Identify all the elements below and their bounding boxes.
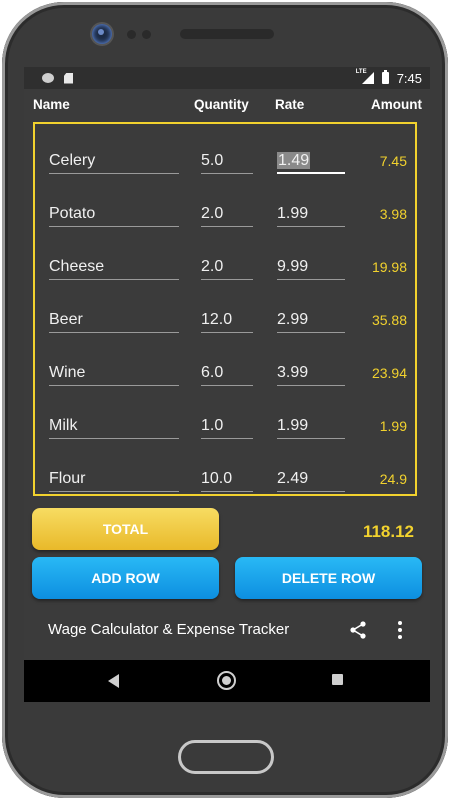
hardware-home-button[interactable] — [178, 740, 274, 774]
quantity-field[interactable]: 5.0 — [201, 151, 253, 174]
item-name-field[interactable]: Potato — [49, 204, 179, 227]
amount-value: 1.99 — [379, 418, 407, 434]
column-header-quantity: Quantity — [194, 97, 249, 112]
table-row: Celery 5.0 1.49 7.45 — [35, 133, 419, 186]
table-row: Wine 6.0 3.99 23.94 — [35, 345, 419, 398]
amount-value: 35.88 — [371, 312, 407, 328]
amount-value: 3.98 — [379, 206, 407, 222]
rate-field[interactable]: 3.99 — [277, 363, 345, 386]
sensor-dot — [127, 30, 136, 39]
rate-field[interactable]: 2.49 — [277, 469, 345, 492]
app-title: Wage Calculator & Expense Tracker — [48, 621, 290, 638]
table-row: Milk 1.0 1.99 1.99 — [35, 398, 419, 451]
item-name-field[interactable]: Wine — [49, 363, 179, 386]
status-time: 7:45 — [396, 70, 422, 86]
home-icon[interactable] — [217, 671, 236, 690]
sd-card-icon — [64, 72, 73, 84]
table-row: Flour 10.0 2.49 24.9 — [35, 451, 419, 504]
column-header-name: Name — [33, 97, 70, 112]
item-name-field[interactable]: Flour — [49, 469, 179, 492]
table-row: Potato 2.0 1.99 3.98 — [35, 186, 419, 239]
table-row: Cheese 2.0 9.99 19.98 — [35, 239, 419, 292]
quantity-field[interactable]: 2.0 — [201, 257, 253, 280]
quantity-field[interactable]: 2.0 — [201, 204, 253, 227]
add-row-button[interactable]: ADD ROW — [32, 557, 219, 599]
rate-field[interactable]: 1.99 — [277, 204, 345, 227]
delete-row-button[interactable]: DELETE ROW — [235, 557, 422, 599]
recent-apps-icon[interactable] — [332, 674, 343, 685]
item-name-field[interactable]: Cheese — [49, 257, 179, 280]
earpiece-speaker — [180, 29, 274, 39]
column-header-amount: Amount — [371, 97, 422, 112]
quantity-field[interactable]: 6.0 — [201, 363, 253, 386]
amount-value: 19.98 — [371, 259, 407, 275]
sensor-dot — [142, 30, 151, 39]
rate-field[interactable]: 2.99 — [277, 310, 345, 333]
system-nav-bar — [24, 660, 430, 702]
signal-icon: LTE — [356, 69, 374, 84]
item-name-field[interactable]: Milk — [49, 416, 179, 439]
item-name-field[interactable]: Beer — [49, 310, 179, 333]
amount-value: 7.45 — [379, 153, 407, 169]
table-row: Beer 12.0 2.99 35.88 — [35, 292, 419, 345]
items-table: Celery 5.0 1.49 7.45 Potato 2.0 1.99 3.9… — [33, 122, 417, 496]
item-name-field[interactable]: Celery — [49, 151, 179, 174]
rate-selected-text: 1.49 — [277, 152, 311, 169]
app-bar: Wage Calculator & Expense Tracker — [24, 609, 430, 649]
status-bar: LTE 7:45 — [24, 67, 430, 89]
total-value: 118.12 — [362, 522, 414, 541]
screen: LTE 7:45 Name Quantity Rate Amount Celer… — [24, 67, 430, 702]
front-camera — [92, 24, 112, 44]
column-header-rate: Rate — [275, 97, 305, 112]
amount-value: 23.94 — [371, 365, 407, 381]
notification-icon — [42, 73, 54, 83]
quantity-field[interactable]: 10.0 — [201, 469, 253, 492]
quantity-field[interactable]: 12.0 — [201, 310, 253, 333]
more-vert-icon[interactable] — [396, 620, 404, 640]
share-icon[interactable] — [348, 620, 368, 640]
quantity-field[interactable]: 1.0 — [201, 416, 253, 439]
phone-frame: LTE 7:45 Name Quantity Rate Amount Celer… — [2, 2, 448, 798]
amount-value: 24.9 — [379, 471, 407, 487]
battery-icon — [381, 70, 389, 84]
rate-field[interactable]: 9.99 — [277, 257, 345, 280]
total-button[interactable]: TOTAL — [32, 508, 219, 550]
rate-field[interactable]: 1.99 — [277, 416, 345, 439]
rate-field[interactable]: 1.49 — [277, 151, 345, 174]
back-icon[interactable] — [108, 674, 119, 688]
table-header: Name Quantity Rate Amount — [24, 97, 430, 115]
